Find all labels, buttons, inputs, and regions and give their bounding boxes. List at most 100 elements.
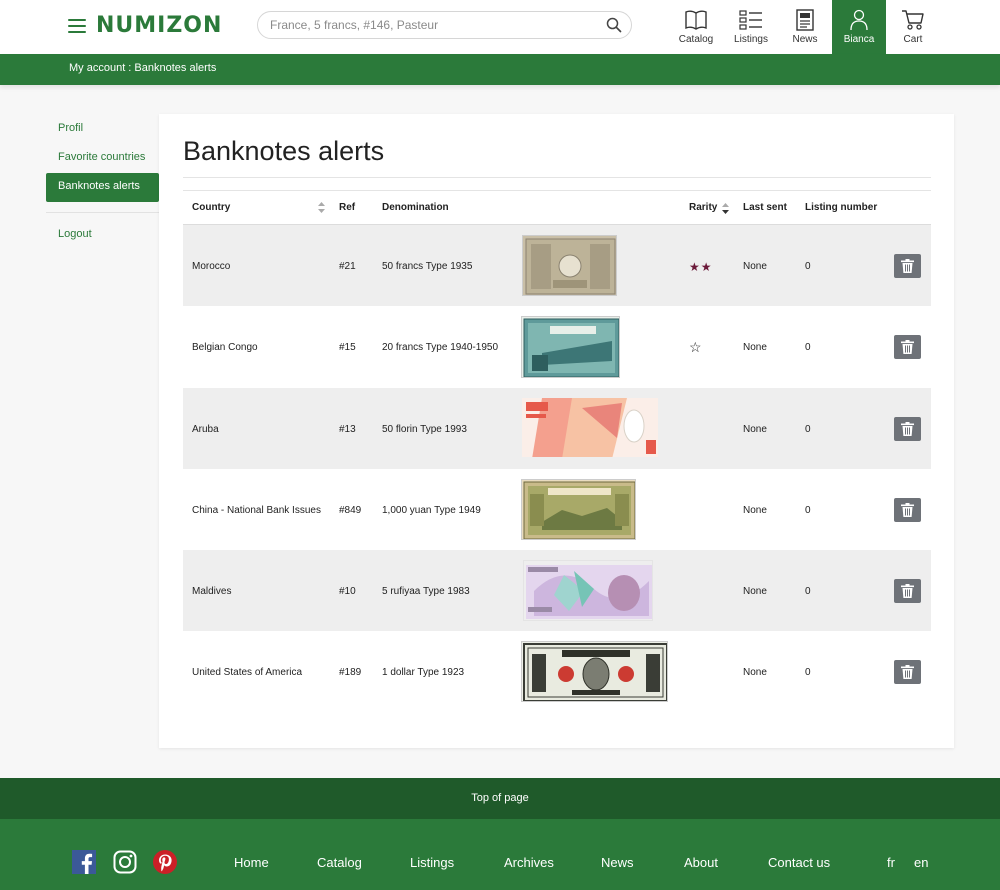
breadcrumb[interactable]: My account : Banknotes alerts [69,62,216,74]
title-divider [183,177,931,178]
instagram-icon[interactable] [113,850,137,874]
menu-icon[interactable] [68,19,86,33]
delete-button[interactable] [894,660,921,684]
table-row: Morocco #21 50 francs Type 1935 ★★ None … [183,225,931,306]
nav-listings[interactable]: Listings [727,0,775,54]
banknote-image[interactable] [521,479,636,540]
last-sent-cell: None [743,424,767,435]
pinterest-icon[interactable] [153,850,177,874]
ref-cell: #21 [339,261,356,272]
column-header-last-sent: Last sent [743,202,787,213]
sidebar-item-favorite-countries[interactable]: Favorite countries [46,144,159,173]
denomination-cell[interactable]: 5 rufiyaa Type 1983 [382,586,470,597]
last-sent-cell: None [743,667,767,678]
footer-link-home[interactable]: Home [234,855,269,870]
sidebar-divider [46,212,159,213]
facebook-icon[interactable] [72,850,96,874]
trash-icon [901,503,914,517]
ref-cell: #13 [339,424,356,435]
delete-button[interactable] [894,335,921,359]
site-logo[interactable]: NUMIZON [96,13,222,38]
top-of-page-button[interactable]: Top of page [0,778,1000,819]
listing-number-cell: 0 [805,505,811,516]
delete-button[interactable] [894,579,921,603]
cart-icon [902,10,924,30]
listing-number-cell: 0 [805,667,811,678]
listing-number-cell: 0 [805,586,811,597]
delete-button[interactable] [894,254,921,278]
column-header-rarity[interactable]: Rarity [689,202,717,213]
sort-icon[interactable] [318,202,325,213]
nav-listings-label: Listings [734,34,768,45]
column-header-denomination: Denomination [382,202,449,213]
rarity-stars-filled: ★★ [689,260,713,274]
top-of-page-label: Top of page [471,792,529,804]
language-fr[interactable]: fr [887,855,895,870]
country-cell: Aruba [192,424,219,435]
table-row: Aruba #13 50 florin Type 1993 None 0 [183,388,931,469]
delete-button[interactable] [894,498,921,522]
last-sent-cell: None [743,586,767,597]
nav-news[interactable]: News [782,0,828,54]
denomination-cell[interactable]: 50 florin Type 1993 [382,424,467,435]
language-en[interactable]: en [914,855,928,870]
last-sent-cell: None [743,342,767,353]
sidebar-item-profil[interactable]: Profil [46,115,159,144]
banknote-image[interactable] [523,560,653,621]
country-cell: Belgian Congo [192,342,258,353]
footer-link-archives[interactable]: Archives [504,855,554,870]
breadcrumb-bar: My account : Banknotes alerts [0,54,1000,85]
last-sent-cell: None [743,505,767,516]
country-cell: China - National Bank Issues [192,505,321,516]
last-sent-cell: None [743,261,767,272]
nav-catalog[interactable]: Catalog [672,0,720,54]
country-cell: United States of America [192,667,303,678]
nav-cart-label: Cart [903,34,923,45]
table-row: Maldives #10 5 rufiyaa Type 1983 None 0 [183,550,931,631]
book-icon [685,10,707,30]
country-cell: Maldives [192,586,232,597]
search-icon[interactable] [606,17,622,33]
footer-link-about[interactable]: About [684,855,718,870]
table-top-border [183,190,931,191]
country-cell: Morocco [192,261,231,272]
denomination-cell[interactable]: 1,000 yuan Type 1949 [382,505,481,516]
footer-link-contact-us[interactable]: Contact us [768,855,830,870]
banknote-image[interactable] [521,316,620,378]
nav-account-label: Bianca [843,34,875,45]
banknote-image[interactable] [521,641,668,702]
sidebar-item-logout[interactable]: Logout [46,221,159,250]
ref-cell: #15 [339,342,356,353]
table-row: China - National Bank Issues #849 1,000 … [183,469,931,550]
rarity-star-empty: ☆ [689,339,702,355]
sidebar-item-banknotes-alerts[interactable]: Banknotes alerts [46,173,159,202]
nav-cart[interactable]: Cart [890,0,936,54]
ref-cell: #189 [339,667,362,678]
table-row: Belgian Congo #15 20 francs Type 1940-19… [183,306,931,387]
trash-icon [901,584,914,598]
list-icon [739,10,762,30]
listing-number-cell: 0 [805,261,811,272]
column-header-country[interactable]: Country [192,202,230,213]
denomination-cell[interactable]: 1 dollar Type 1923 [382,667,464,678]
banknote-image[interactable] [521,397,659,458]
table-row: United States of America #189 1 dollar T… [183,631,931,712]
delete-button[interactable] [894,417,921,441]
footer: Home Catalog Listings Archives News Abou… [0,819,1000,890]
nav-account[interactable]: Bianca [832,0,886,54]
denomination-cell[interactable]: 50 francs Type 1935 [382,261,472,272]
search-input[interactable] [270,12,600,38]
user-icon [850,9,868,31]
ref-cell: #849 [339,505,362,516]
banknote-image[interactable] [522,235,617,296]
top-bar: NUMIZON Catalog Listings [0,0,1000,54]
denomination-cell[interactable]: 20 francs Type 1940-1950 [382,342,498,353]
trash-icon [901,422,914,436]
nav-catalog-label: Catalog [678,34,714,45]
footer-link-news[interactable]: News [601,855,634,870]
newspaper-icon [796,9,814,31]
sort-desc-icon[interactable] [722,203,729,214]
footer-link-catalog[interactable]: Catalog [317,855,362,870]
footer-link-listings[interactable]: Listings [410,855,454,870]
column-header-ref: Ref [339,202,356,213]
